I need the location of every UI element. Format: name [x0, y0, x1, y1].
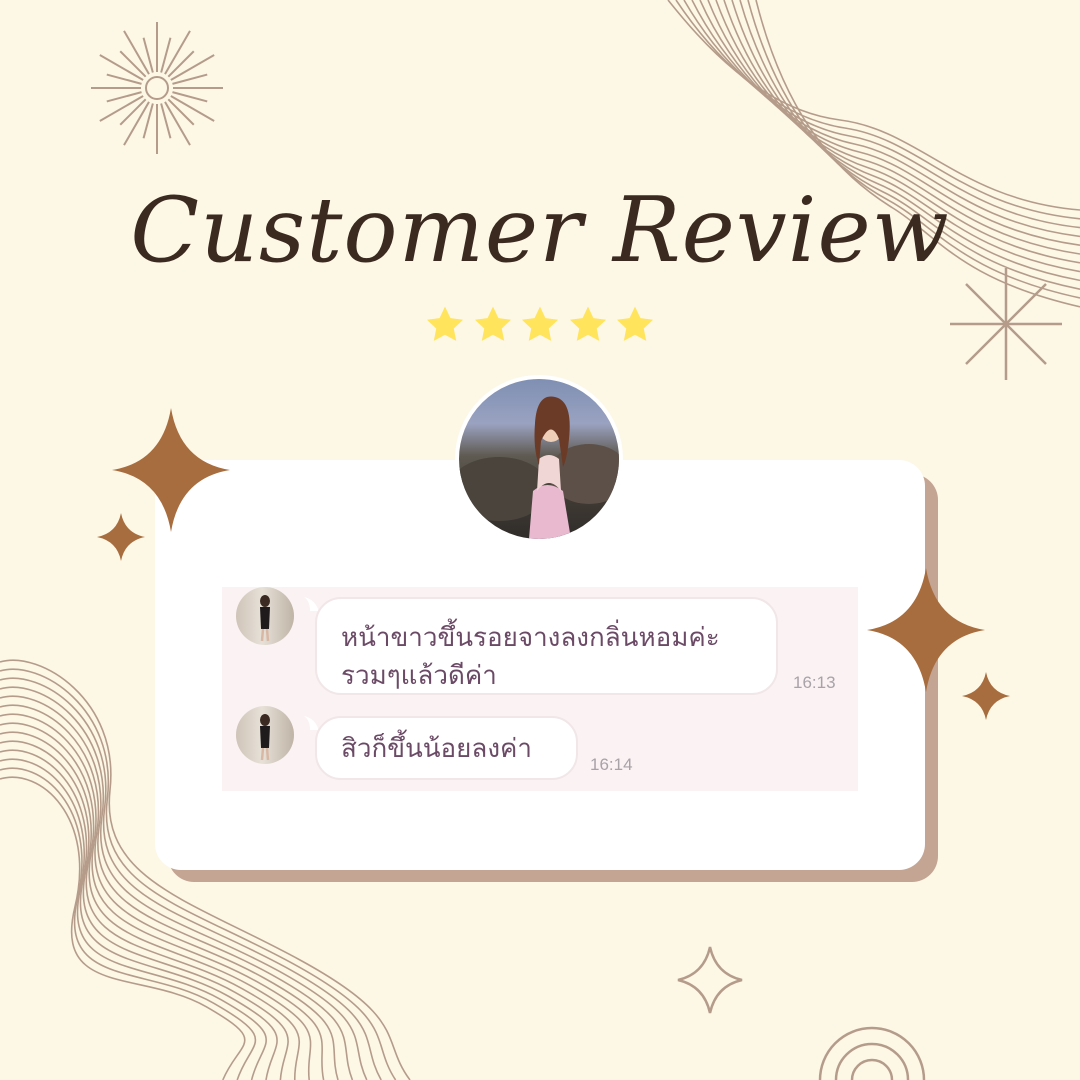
- sunburst-icon: [91, 22, 223, 154]
- message-text-line: รวมๆแล้วดีค่า: [341, 661, 497, 691]
- message-text-line: สิวก็ขึ้นน้อยลงค่า: [341, 734, 533, 764]
- sender-photo: [260, 595, 270, 642]
- message-time: 16:13: [793, 673, 836, 692]
- star-icon: [521, 306, 559, 341]
- star-icon: [426, 306, 464, 341]
- message-text-line: หน้าขาวขึ้นรอยจางลงกลิ่นหอมค่ะ: [341, 623, 720, 653]
- sparkle-outline-icon: [677, 946, 743, 1014]
- bubble-tail: [304, 716, 318, 730]
- customer-avatar: [455, 375, 623, 543]
- sender-avatar: [236, 706, 294, 764]
- sender-avatar: [236, 587, 294, 645]
- message-bubble: สิวก็ขึ้นน้อยลงค่า: [315, 716, 578, 780]
- review-graphic: Customer Review หน้าขาวขึ้นรอยจางลงกลิ่น…: [0, 0, 1080, 1080]
- message-bubble: หน้าขาวขึ้นรอยจางลงกลิ่นหอมค่ะ รวมๆแล้วด…: [315, 597, 778, 695]
- chat-screenshot: หน้าขาวขึ้นรอยจางลงกลิ่นหอมค่ะ รวมๆแล้วด…: [222, 587, 858, 791]
- message-time: 16:14: [590, 755, 633, 774]
- asterisk-icon: [950, 268, 1062, 380]
- bubble-tail: [304, 597, 318, 611]
- star-icon: [474, 306, 511, 341]
- page-title: Customer Review: [130, 178, 950, 283]
- rainbow-arcs: [818, 1026, 926, 1080]
- star-icon: [616, 306, 654, 341]
- star-icon: [569, 306, 606, 341]
- customer-photo: [459, 396, 619, 539]
- sender-photo: [260, 714, 270, 761]
- rating-stars: [424, 304, 656, 348]
